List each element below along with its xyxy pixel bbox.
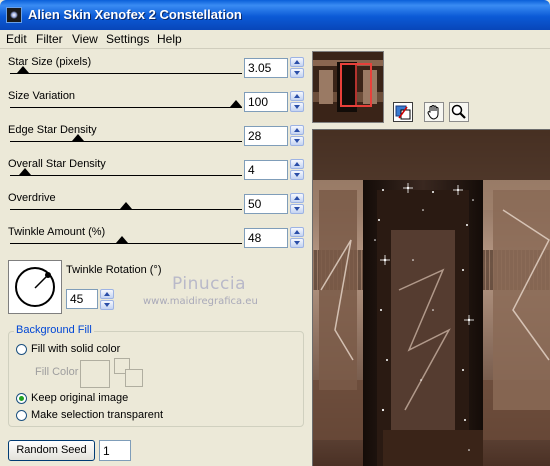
hand-icon [427,105,439,120]
slider-spinner[interactable] [290,57,304,78]
slider-track[interactable] [10,107,242,108]
menu-filter[interactable]: Filter [36,32,63,46]
twinkle-rotation-input[interactable] [66,289,98,309]
keep-original-radio[interactable] [16,393,27,404]
spin-down-icon[interactable] [290,102,304,112]
spin-down-icon[interactable] [100,300,114,310]
fill-color-swatch[interactable] [80,360,110,388]
spin-down-icon[interactable] [290,170,304,180]
window-title: Alien Skin Xenofex 2 Constellation [28,7,242,22]
menu-view[interactable]: View [72,32,98,46]
app-icon [6,7,22,23]
menu-settings[interactable]: Settings [106,32,149,46]
slider-value-input[interactable] [244,126,288,146]
thumbnail-image [313,52,383,122]
slider-spinner[interactable] [290,227,304,248]
preview-canvas[interactable] [312,129,550,466]
slider-value-input[interactable] [244,58,288,78]
watermark-name: Pinuccia [172,274,246,294]
spin-down-icon[interactable] [290,68,304,78]
spin-up-icon[interactable] [100,289,114,299]
transparent-radio[interactable] [16,410,27,421]
background-fill-title: Background Fill [14,324,94,336]
slider-label: Twinkle Amount (%) [8,226,106,238]
spin-up-icon[interactable] [290,193,304,203]
rotation-dial[interactable] [8,260,62,314]
slider-thumb[interactable] [71,134,84,141]
slider-track[interactable] [10,175,242,176]
keep-original-label[interactable]: Keep original image [31,392,128,404]
slider-thumb[interactable] [115,236,128,243]
slider-spinner[interactable] [290,125,304,146]
slider-value-input[interactable] [244,228,288,248]
slider-label: Size Variation [8,90,76,102]
menu-help[interactable]: Help [157,32,182,46]
fill-solid-radio[interactable] [16,344,27,355]
slider-track[interactable] [10,209,242,210]
slider-track[interactable] [10,141,242,142]
dial-pointer-icon [34,272,51,289]
title-bar: Alien Skin Xenofex 2 Constellation [0,0,550,30]
spin-down-icon[interactable] [290,136,304,146]
menu-edit[interactable]: Edit [6,32,27,46]
compare-tool-button[interactable] [393,102,413,122]
random-seed-button[interactable]: Random Seed [8,440,95,461]
slider-spinner[interactable] [290,193,304,214]
fill-color-swatch-front[interactable] [125,369,143,387]
slider-track[interactable] [10,73,242,74]
transparent-label[interactable]: Make selection transparent [31,409,163,421]
spin-up-icon[interactable] [290,91,304,101]
spin-up-icon[interactable] [290,125,304,135]
slider-spinner[interactable] [290,159,304,180]
magnifier-icon [451,104,466,119]
slider-label: Overdrive [8,192,56,204]
hand-tool-button[interactable] [424,102,444,122]
slider-thumb[interactable] [230,100,242,107]
spin-up-icon[interactable] [290,57,304,67]
menu-bar: Edit Filter View Settings Help [0,30,550,49]
slider-track[interactable] [10,243,242,244]
slider-thumb[interactable] [16,66,29,73]
fill-solid-label[interactable]: Fill with solid color [31,343,120,355]
spin-down-icon[interactable] [290,238,304,248]
twinkle-rotation-label: Twinkle Rotation (°) [66,264,162,276]
slider-value-input[interactable] [244,194,288,214]
slider-value-input[interactable] [244,160,288,180]
fill-color-label: Fill Color [35,366,79,378]
spin-up-icon[interactable] [290,159,304,169]
preview-image [313,130,550,466]
watermark-url: www.maidiregrafica.eu [143,296,258,307]
slider-spinner[interactable] [290,91,304,112]
navigator-thumbnail[interactable] [312,51,384,123]
slider-thumb[interactable] [120,202,132,209]
random-seed-input[interactable] [99,440,131,461]
zoom-tool-button[interactable] [449,102,469,122]
preview-compare-icon [395,105,411,120]
spin-up-icon[interactable] [290,227,304,237]
slider-value-input[interactable] [244,92,288,112]
slider-thumb[interactable] [18,168,31,175]
twinkle-rotation-spinner[interactable] [100,289,114,310]
spin-down-icon[interactable] [290,204,304,214]
